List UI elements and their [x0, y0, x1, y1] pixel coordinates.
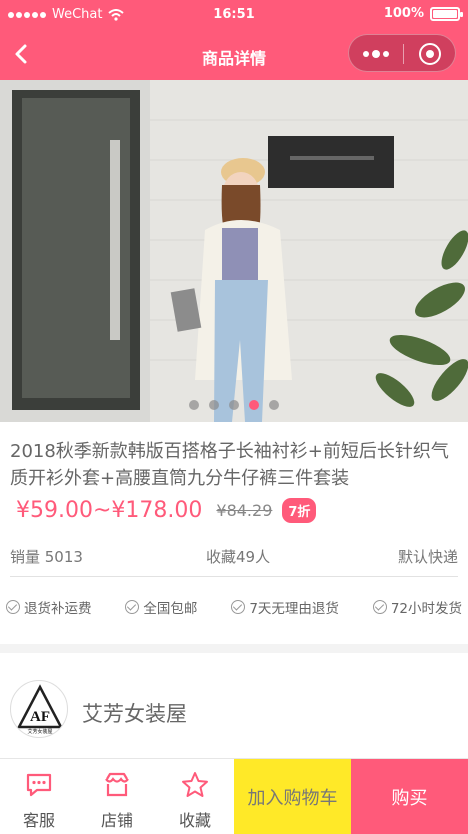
guarantee-item: 全国包邮: [125, 597, 197, 617]
customer-service-label: 客服: [22, 811, 55, 830]
svg-text:艾芳女装屋: 艾芳女装屋: [27, 728, 52, 735]
battery-icon: [430, 6, 463, 21]
price-range: ¥59.00~¥178.00: [16, 498, 203, 523]
store-icon: [105, 772, 129, 797]
nav-bar: 商品详情: [0, 30, 468, 80]
close-miniprogram-icon[interactable]: [419, 43, 441, 65]
carousel-indicator: [0, 400, 468, 410]
price-row: ¥59.00~¥178.00 ¥84.29 7折: [16, 498, 317, 523]
battery-percent: 100%: [383, 6, 424, 21]
original-price: ¥84.29: [216, 501, 273, 520]
star-icon: [182, 772, 208, 797]
add-to-cart-button[interactable]: 加入购物车: [234, 759, 351, 834]
chat-icon: [26, 773, 52, 797]
buy-now-button[interactable]: 购买: [351, 759, 468, 834]
guarantee-label: 全国包邮: [143, 601, 198, 617]
carousel-dot[interactable]: [209, 400, 219, 410]
sales-count: 销量 5013: [10, 548, 83, 566]
shop-name[interactable]: 艾芳女装屋: [82, 698, 187, 728]
shop-logo[interactable]: AF 艾芳女装屋: [10, 680, 68, 738]
carousel-dot[interactable]: [269, 400, 279, 410]
guarantee-item: 7天无理由退货: [231, 597, 339, 617]
store-label: 店铺: [100, 811, 133, 830]
status-bar: WeChat 16:51 100%: [0, 0, 468, 30]
shop-logo-graphic: AF 艾芳女装屋: [16, 684, 64, 735]
favorites-count: 收藏49人: [206, 548, 271, 566]
product-info-card: 2018秋季新款韩版百搭格子长袖衬衫+前短后长针织气质开衫外套+高腰直筒九分牛仔…: [0, 422, 468, 644]
discount-badge: 7折: [282, 498, 317, 523]
product-photo: [0, 80, 468, 422]
guarantee-item: 退货补运费: [6, 597, 92, 617]
guarantee-item: 72小时发货: [372, 597, 462, 617]
bottom-action-bar: 客服 店铺 收藏 加入购物车 购买: [0, 758, 468, 834]
divider: [10, 576, 458, 577]
shipping-method: 默认快递: [397, 548, 458, 566]
service-guarantees: 退货补运费 全国包邮 7天无理由退货 72小时发货: [6, 597, 462, 617]
store-button[interactable]: 店铺: [78, 759, 156, 834]
carousel-dot[interactable]: [189, 400, 199, 410]
check-circle-icon: [372, 600, 387, 614]
guarantee-label: 7天无理由退货: [249, 601, 339, 617]
svg-text:AF: AF: [30, 709, 50, 725]
shop-card[interactable]: AF 艾芳女装屋 艾芳女装屋: [0, 653, 468, 758]
mini-program-capsule: [348, 34, 456, 72]
check-circle-icon: [231, 600, 246, 614]
product-image-carousel[interactable]: [0, 80, 468, 422]
product-detail-page: WeChat 16:51 100% 商品详情 2018秋季新款韩版百搭格子长袖衬…: [0, 0, 468, 834]
battery-info: 100%: [383, 6, 463, 21]
check-circle-icon: [125, 600, 140, 614]
top-bar: WeChat 16:51 100% 商品详情: [0, 0, 468, 80]
product-title: 2018秋季新款韩版百搭格子长袖衬衫+前短后长针织气质开衫外套+高腰直筒九分牛仔…: [10, 441, 449, 489]
favorite-button[interactable]: 收藏: [156, 759, 234, 834]
capsule-divider: [403, 44, 404, 64]
customer-service-button[interactable]: 客服: [0, 759, 78, 834]
check-circle-icon: [6, 600, 20, 614]
carousel-dot[interactable]: [229, 400, 239, 410]
product-meta-row: 销量 5013 收藏49人 默认快递: [10, 546, 458, 576]
guarantee-label: 退货补运费: [24, 601, 92, 617]
more-icon[interactable]: [363, 50, 389, 58]
carousel-dot-active[interactable]: [249, 400, 259, 410]
favorite-label: 收藏: [178, 811, 211, 830]
guarantee-label: 72小时发货: [390, 601, 462, 617]
